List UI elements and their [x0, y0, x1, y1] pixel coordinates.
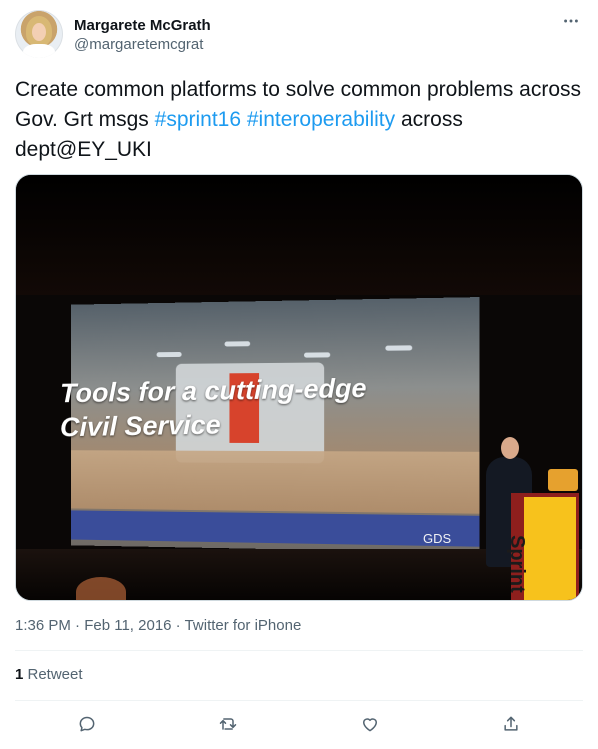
sprint-banner-text: Sprint — [505, 535, 528, 601]
retweet-label: Retweet — [23, 666, 82, 683]
retweet-stat[interactable]: 1 Retweet — [15, 665, 83, 685]
divider — [15, 700, 583, 701]
author-name[interactable]: Margarete McGrath — [74, 16, 211, 36]
retweet-icon[interactable] — [214, 710, 242, 738]
photo-dark-ceiling — [16, 175, 582, 295]
like-icon[interactable] — [356, 710, 384, 738]
tweet-time[interactable]: 1:36 PM — [15, 617, 71, 634]
slide-footer-stripe — [71, 510, 479, 546]
audience-head — [76, 577, 126, 601]
meta-separator: · — [172, 617, 185, 634]
avatar[interactable] — [15, 10, 63, 58]
sprint-banner — [524, 497, 576, 601]
tweet-header: Margarete McGrath @margaretemcgrat — [15, 10, 583, 60]
tweet-actions — [15, 708, 583, 740]
light — [157, 352, 182, 357]
tweet-metadata: 1:36 PM · Feb 11, 2016 · Twitter for iPh… — [15, 616, 301, 636]
divider — [15, 650, 583, 651]
speaker-head — [501, 437, 519, 459]
light — [225, 341, 251, 346]
tweet-source[interactable]: Twitter for iPhone — [185, 617, 302, 634]
hashtag-sprint16[interactable]: #sprint16 — [155, 108, 241, 131]
avatar-face — [32, 23, 46, 41]
hashtag-interoperability[interactable]: #interoperability — [247, 108, 395, 131]
light — [385, 345, 412, 350]
light — [304, 352, 330, 357]
avatar-shirt — [23, 44, 55, 58]
slide-footer-text: GDS — [423, 531, 451, 546]
more-icon[interactable] — [561, 12, 581, 32]
meta-separator: · — [71, 617, 84, 634]
reply-icon[interactable] — [73, 710, 101, 738]
tweet-date[interactable]: Feb 11, 2016 — [84, 617, 171, 634]
share-icon[interactable] — [497, 710, 525, 738]
slide-title-line-2: Civil Service — [60, 404, 440, 445]
slide-title: Tools for a cutting-edge Civil Service — [60, 370, 440, 445]
podium-laptop — [548, 469, 578, 491]
tweet-photo[interactable]: Tools for a cutting-edge Civil Service G… — [15, 174, 583, 601]
desk — [71, 450, 479, 513]
ceiling-lights — [137, 339, 437, 353]
author-handle[interactable]: @margaretemcgrat — [74, 35, 203, 55]
tweet-text: Create common platforms to solve common … — [15, 75, 583, 165]
